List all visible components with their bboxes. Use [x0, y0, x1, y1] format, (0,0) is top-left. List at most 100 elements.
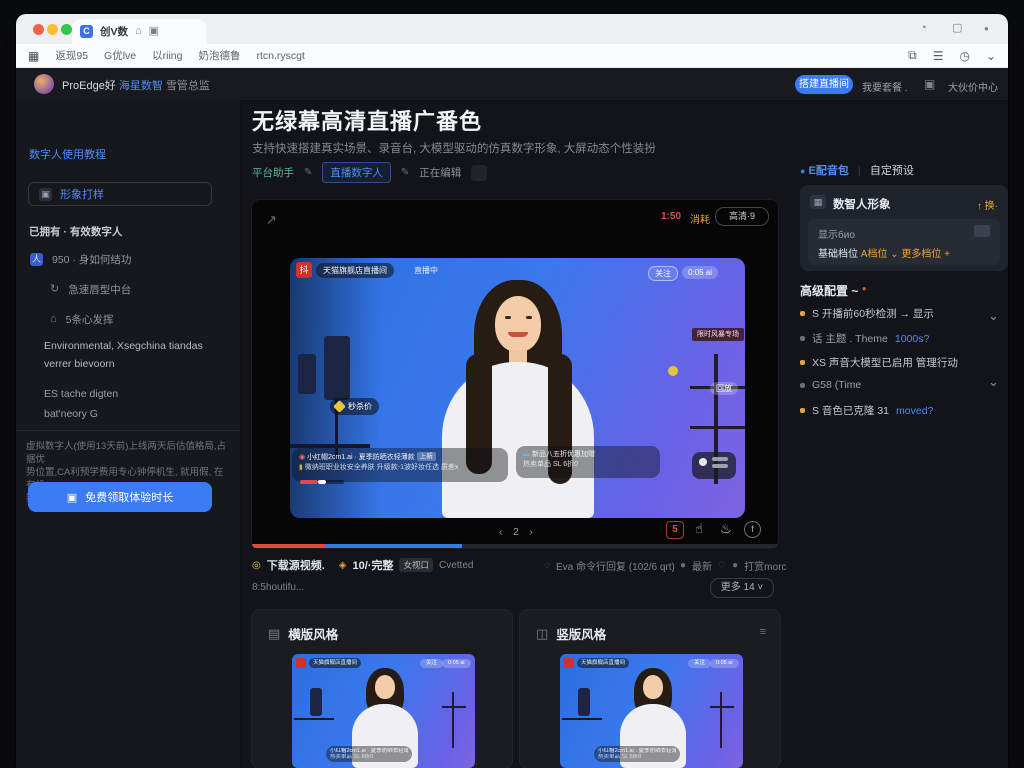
meta-middle-text[interactable]: Eva 命令行回复 (102/6 qrt) — [556, 558, 675, 573]
help-center-link[interactable]: 大伙价中心 — [948, 79, 998, 94]
tag-digital-human[interactable]: 直播数字人 — [322, 162, 391, 183]
member-plan-link[interactable]: 我要套餐 . — [862, 79, 908, 94]
card-thumbnail[interactable]: 天猫旗舰店直播间 关注 0:05 ai 小红帽2cm1.ai · 夏季防晒衣轻薄… — [560, 654, 743, 768]
refresh-icon: ↻ — [50, 284, 59, 295]
create-live-room-button[interactable]: 搭建直播间 — [795, 75, 853, 94]
clone-avatar-button[interactable]: ▣ 形象打样 — [28, 182, 212, 206]
tabstrip-newtab-icon[interactable]: ▢ — [952, 23, 962, 34]
avatar-subcard[interactable]: 显示био 基础档位 A档位 ⌄ 更多档位 + — [808, 219, 1000, 265]
bookmark-item[interactable]: 奶泡德鲁 — [198, 48, 240, 63]
phone-icon: ◫ — [536, 627, 548, 640]
tabstrip-globe-icon[interactable]: ◔ — [920, 23, 927, 34]
bookmark-item[interactable]: 返现95 — [55, 48, 88, 63]
video-frame[interactable]: 抖 天猫旗舰店直播间 直播中 关注 0:05 ai 限时风暴专场 回放 秒杀价 … — [290, 258, 745, 518]
latest-link[interactable]: 最新 — [692, 558, 712, 573]
brand-blue[interactable]: 海星数智 — [119, 80, 163, 92]
panel-icon[interactable]: ☰ — [933, 49, 944, 63]
reading-list-icon[interactable]: ⧉ — [908, 48, 917, 63]
room-name-pill: 天猫旗舰店直播间 — [577, 658, 629, 668]
menu-icon[interactable]: ≡ — [760, 626, 766, 638]
tab-voice-pack[interactable]: E配音包 — [809, 165, 849, 177]
orange-bullet — [800, 311, 805, 316]
free-trial-button[interactable]: ▣ 免费领取体验时长 — [28, 482, 212, 512]
tab-home-icon[interactable]: ⌂ — [135, 26, 142, 37]
tag-platform[interactable]: 平台助手 — [252, 165, 294, 180]
room-name-pill[interactable]: 天猫旗舰店直播间 — [316, 263, 394, 278]
cup-icon[interactable]: ♨ — [720, 522, 732, 535]
change-outfit-link[interactable]: ↑ 换· — [977, 197, 998, 212]
avatar-card-title: 数智人形象 — [833, 196, 891, 212]
setting-item-clone[interactable]: S 音色已克隆 31 moved? — [800, 403, 933, 418]
panel-toggle-icon[interactable]: ▣ — [924, 77, 935, 91]
sidebar-item-avatar[interactable]: 人 950 · 身如何结功 — [30, 252, 131, 267]
page-indicator[interactable]: ‹ 2 › — [499, 527, 537, 538]
bookmark-item[interactable]: 以riing — [152, 48, 182, 63]
speed-icon[interactable]: 5 — [666, 521, 684, 539]
share-icon[interactable]: ↗ — [266, 212, 277, 228]
screen-icon[interactable] — [974, 225, 990, 237]
card-landscape[interactable]: ▤ 横版风格 天猫旗舰店直播间 关注 0:05 ai 小红帽2 — [252, 610, 512, 768]
setting-item-time[interactable]: G58 (Time — [800, 379, 861, 391]
history-icon[interactable]: ◷ — [959, 49, 969, 63]
setting-item-voice-model[interactable]: XS 声音大模型已启用 管理行动 — [800, 355, 958, 370]
chevron-down-icon[interactable]: ⌄ — [986, 49, 996, 63]
traffic-light-close[interactable] — [33, 24, 44, 35]
sidebar-item-home[interactable]: ⌂ 5条心发挥 — [50, 312, 114, 327]
tier-value[interactable]: A档位 ⌄ 更多档位 + — [861, 249, 950, 260]
card-thumbnail[interactable]: 天猫旗舰店直播间 关注 0:05 ai 小红帽2cm1.ai · 夏季防晒衣轻薄… — [292, 654, 475, 768]
bookmark-item[interactable]: G优lve — [104, 48, 136, 63]
speaker-prop — [578, 688, 590, 716]
chevron-down-icon[interactable]: ⌄ — [988, 374, 999, 390]
more-label: 更多 14 — [721, 582, 755, 593]
traffic-light-zoom[interactable] — [61, 24, 72, 35]
caption-text: 微纳班职业妆安全养肤 升级款-1波好妆任选 质差x — [305, 464, 459, 471]
follow-pill[interactable]: 关注 — [648, 266, 678, 281]
heart-icon[interactable]: ♡ — [718, 560, 726, 571]
chevron-down-icon[interactable]: ⌄ — [988, 308, 999, 324]
replay-pill[interactable]: 回放 — [710, 382, 738, 395]
browser-tab[interactable]: C 创V数 ⌂ ▣ — [72, 19, 206, 44]
sidebar-env-line1[interactable]: Environmental, Xsegchina tiandas — [44, 340, 203, 352]
setting-item-precheck[interactable]: S 开播前60秒检测 → 显示 — [800, 306, 934, 321]
caption-card: 小红帽2cm1.ai · 夏季防晒衣轻薄款 热卖单品 SL 6折0 — [594, 746, 680, 762]
sidebar-extra-item[interactable]: bat'neory G — [44, 408, 98, 420]
traffic-light-minimize[interactable] — [47, 24, 58, 35]
tier-label: 基础档位 — [818, 249, 858, 260]
timer-pill: 0:05 ai — [710, 659, 739, 668]
gift-icon: ▣ — [67, 491, 77, 504]
sidebar-extra-item[interactable]: ES tache digten — [44, 388, 118, 400]
quota-label: 10/·完整 — [353, 557, 394, 573]
setting-link[interactable]: 1000s? — [895, 333, 929, 345]
bookmark-item[interactable]: rtcn.ryscgt — [256, 50, 304, 62]
tag-editing[interactable]: 正在编辑 — [419, 165, 461, 180]
gesture-icon[interactable]: ☝ — [695, 522, 703, 535]
quality-pill[interactable]: 高清·9 — [715, 207, 769, 226]
brand-gray: 雪管总监 — [166, 80, 210, 92]
setting-link[interactable]: moved? — [896, 405, 933, 417]
tutorial-link[interactable]: 数字人使用教程 — [29, 146, 106, 162]
more-button[interactable]: 更多 14 ˅ — [710, 578, 774, 598]
card-portrait[interactable]: ◫ 竖版风格 ≡ 天猫旗舰店直播间 关注 0:05 ai — [520, 610, 780, 768]
facebook-icon[interactable]: f — [744, 521, 761, 538]
card-title: 竖版风格 — [556, 624, 606, 643]
edit-icon: ✎ — [304, 167, 312, 178]
setting-item-theme[interactable]: 话 主题 . Theme 1000s? — [800, 331, 929, 346]
sidebar-item-lipsync[interactable]: ↻ 急速唇型中台 — [50, 282, 131, 297]
setting-label: S 开播前60秒检测 → 显示 — [812, 306, 934, 321]
shield-icon: ◈ — [339, 560, 347, 571]
tag-add-button[interactable] — [471, 165, 487, 181]
avatar-card-icon: ▦ — [810, 195, 826, 209]
progress-bar[interactable] — [252, 544, 778, 548]
follow-pill: 关注 — [688, 659, 711, 668]
caption-text: 新品八五折优惠加赠 — [532, 451, 595, 458]
diamond-icon — [333, 400, 346, 413]
user-avatar[interactable] — [34, 74, 54, 94]
video-player: ↗ 1:50 消耗 高清·9 — [252, 200, 778, 548]
tab-extra-icon[interactable]: ▣ — [149, 26, 159, 37]
watch-control[interactable] — [692, 452, 736, 479]
download-source-link[interactable]: 下载源视频. — [267, 557, 325, 573]
tab-custom-preset[interactable]: 自定预设 — [870, 165, 914, 177]
apps-grid-icon[interactable]: ▦ — [28, 50, 39, 62]
sidebar-section-title: 已拥有 · 有效数字人 — [29, 224, 122, 239]
tip-link[interactable]: 打赏morc — [744, 558, 786, 573]
